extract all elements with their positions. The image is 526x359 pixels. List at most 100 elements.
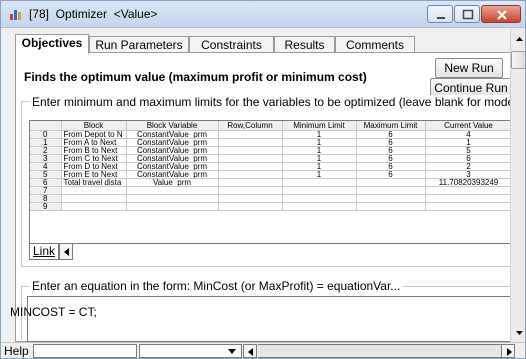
- maximum-limit-cell[interactable]: 6: [356, 170, 426, 179]
- row-column-cell[interactable]: [218, 154, 283, 163]
- table-row[interactable]: 2 From B to Next ConstantValue_prm 1 6 5: [30, 146, 513, 155]
- block-variable-cell[interactable]: [126, 186, 219, 195]
- block-variable-cell[interactable]: [126, 202, 219, 211]
- minimum-limit-cell[interactable]: 1: [282, 154, 357, 163]
- table-row[interactable]: 6 Total travel dista Value_prm 11.708203932…: [30, 178, 513, 187]
- equation-editor[interactable]: [27, 296, 525, 342]
- triangle-left-icon: [64, 248, 69, 256]
- tab-results[interactable]: Results: [274, 36, 335, 53]
- sheet-tab-left-button[interactable]: [59, 244, 73, 260]
- row-column-cell[interactable]: [218, 130, 283, 139]
- hscroll-right-button[interactable]: [501, 344, 515, 358]
- block-cell[interactable]: [61, 186, 127, 195]
- table-row[interactable]: 7: [30, 186, 513, 195]
- maximum-limit-cell[interactable]: [356, 186, 426, 195]
- block-cell[interactable]: From C to Next: [61, 154, 127, 163]
- current-value-cell[interactable]: 3: [425, 170, 513, 179]
- maximum-limit-cell[interactable]: 6: [356, 138, 426, 147]
- tab-run-parameters[interactable]: Run Parameters: [89, 36, 189, 53]
- minimum-limit-cell[interactable]: 1: [282, 162, 357, 171]
- table-row[interactable]: 0 From Depot to N ConstantValue_prm 1 6 4: [30, 130, 513, 139]
- vertical-scroll-thumb[interactable]: [511, 51, 525, 69]
- title-bar[interactable]: [78] Optimizer <Value>: [1, 1, 525, 28]
- block-cell[interactable]: [61, 194, 127, 203]
- current-value-cell[interactable]: 2: [425, 162, 513, 171]
- column-header-current-value[interactable]: Current Value: [425, 121, 513, 131]
- block-cell[interactable]: From B to Next: [61, 146, 127, 155]
- maximum-limit-cell[interactable]: 6: [356, 162, 426, 171]
- minimum-limit-cell[interactable]: [282, 186, 357, 195]
- minimum-limit-cell[interactable]: [282, 202, 357, 211]
- minimum-limit-cell[interactable]: 1: [282, 146, 357, 155]
- maximum-limit-cell[interactable]: 6: [356, 130, 426, 139]
- table-row[interactable]: 1 From A to Next ConstantValue_prm 1 6 1: [30, 138, 513, 147]
- help-field[interactable]: [33, 344, 137, 358]
- row-column-cell[interactable]: [218, 146, 283, 155]
- row-column-cell[interactable]: [218, 170, 283, 179]
- hscroll-left-button[interactable]: [243, 344, 257, 358]
- block-cell[interactable]: From D to Next: [61, 162, 127, 171]
- block-cell[interactable]: From A to Next: [61, 138, 127, 147]
- block-variable-cell[interactable]: ConstantValue_prm: [126, 162, 219, 171]
- minimum-limit-cell[interactable]: [282, 194, 357, 203]
- block-variable-cell[interactable]: [126, 194, 219, 203]
- current-value-cell[interactable]: [425, 202, 513, 211]
- block-variable-cell[interactable]: ConstantValue_prm: [126, 146, 219, 155]
- current-value-cell[interactable]: [425, 194, 513, 203]
- block-variable-cell[interactable]: Value_prm: [126, 178, 219, 187]
- block-cell[interactable]: [61, 202, 127, 211]
- minimum-limit-cell[interactable]: 1: [282, 138, 357, 147]
- table-row[interactable]: 3 From C to Next ConstantValue_prm 1 6 6: [30, 154, 513, 163]
- limits-grid[interactable]: Block Block Variable Row,Column Minimum …: [29, 120, 525, 244]
- maximum-limit-cell[interactable]: [356, 202, 426, 211]
- current-value-cell[interactable]: [425, 186, 513, 195]
- equation-text[interactable]: MINCOST = CT;: [10, 305, 97, 319]
- close-button[interactable]: [481, 5, 521, 23]
- tab-objectives[interactable]: Objectives: [15, 34, 89, 54]
- column-header-maximum-limit[interactable]: Maximum Limit: [356, 121, 426, 131]
- current-value-cell[interactable]: 5: [425, 146, 513, 155]
- minimum-limit-cell[interactable]: 1: [282, 130, 357, 139]
- column-header-block-variable[interactable]: Block Variable: [126, 121, 219, 131]
- tab-comments[interactable]: Comments: [335, 36, 415, 53]
- block-variable-cell[interactable]: ConstantValue_prm: [126, 170, 219, 179]
- block-variable-cell[interactable]: ConstantValue_prm: [126, 130, 219, 139]
- table-row[interactable]: 8: [30, 194, 513, 203]
- row-column-cell[interactable]: [218, 194, 283, 203]
- row-column-cell[interactable]: [218, 138, 283, 147]
- maximum-limit-cell[interactable]: 6: [356, 154, 426, 163]
- column-header-row-column[interactable]: Row,Column: [218, 121, 283, 131]
- block-cell[interactable]: From Depot to N: [61, 130, 127, 139]
- block-variable-cell[interactable]: ConstantValue_prm: [126, 154, 219, 163]
- status-dropdown[interactable]: [139, 344, 242, 358]
- table-row[interactable]: 9: [30, 202, 513, 211]
- row-column-cell[interactable]: [218, 178, 283, 187]
- block-variable-cell[interactable]: ConstantValue_prm: [126, 138, 219, 147]
- sheet-tab-link[interactable]: Link: [29, 244, 59, 260]
- tab-constraints[interactable]: Constraints: [189, 36, 274, 53]
- current-value-cell[interactable]: 11.70820393249: [425, 178, 513, 187]
- maximum-limit-cell[interactable]: 6: [356, 146, 426, 155]
- current-value-cell[interactable]: 1: [425, 138, 513, 147]
- horizontal-scroll-track[interactable]: [258, 344, 501, 358]
- table-row[interactable]: 4 From D to Next ConstantValue_prm 1 6 2: [30, 162, 513, 171]
- column-header-minimum-limit[interactable]: Minimum Limit: [282, 121, 357, 131]
- block-cell[interactable]: From E to Next: [61, 170, 127, 179]
- vertical-scrollbar[interactable]: [510, 29, 525, 342]
- new-run-button[interactable]: New Run: [435, 58, 503, 78]
- maximize-button[interactable]: [454, 5, 480, 23]
- minimize-button[interactable]: [427, 5, 453, 23]
- minimum-limit-cell[interactable]: 1: [282, 170, 357, 179]
- current-value-cell[interactable]: 4: [425, 130, 513, 139]
- current-value-cell[interactable]: 6: [425, 154, 513, 163]
- block-cell[interactable]: Total travel dista: [61, 178, 127, 187]
- row-column-cell[interactable]: [218, 202, 283, 211]
- row-column-cell[interactable]: [218, 162, 283, 171]
- column-header-block[interactable]: Block: [61, 121, 127, 131]
- minimum-limit-cell[interactable]: [282, 178, 357, 187]
- maximum-limit-cell[interactable]: [356, 194, 426, 203]
- table-row[interactable]: 5 From E to Next ConstantValue_prm 1 6 3: [30, 170, 513, 179]
- maximum-limit-cell[interactable]: [356, 178, 426, 187]
- row-column-cell[interactable]: [218, 186, 283, 195]
- help-link[interactable]: Help: [4, 344, 29, 358]
